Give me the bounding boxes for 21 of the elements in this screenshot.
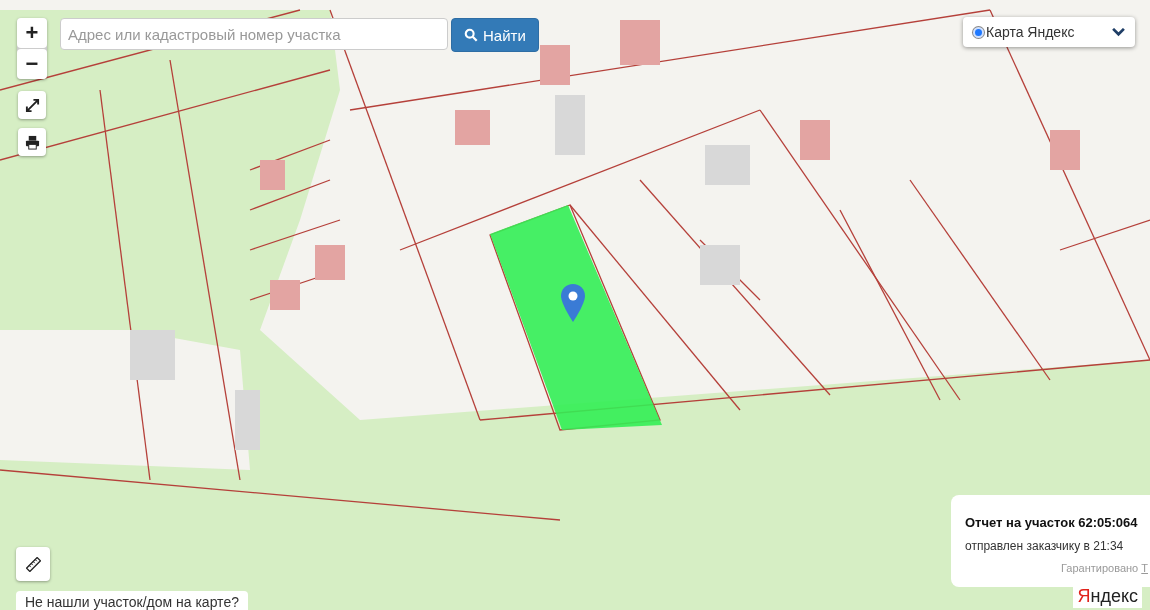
zoom-in-button[interactable]: + bbox=[17, 18, 47, 48]
map-logo: Яндекс bbox=[1073, 584, 1142, 608]
print-button[interactable] bbox=[18, 128, 46, 156]
help-button[interactable]: Не нашли участок/дом на карте? bbox=[16, 591, 248, 610]
printer-icon bbox=[24, 134, 40, 150]
highlighted-parcel[interactable] bbox=[490, 205, 662, 430]
zoom-out-button[interactable]: − bbox=[17, 49, 47, 79]
fullscreen-button[interactable] bbox=[18, 91, 46, 119]
expand-arrows-icon bbox=[24, 97, 40, 113]
search-field[interactable]: Адрес или кадастровый номер участка bbox=[60, 18, 448, 50]
ruler-icon bbox=[25, 556, 41, 572]
search-icon bbox=[464, 28, 478, 42]
search-button[interactable]: Найти bbox=[451, 18, 539, 52]
guarantee-text: Гарантировано bbox=[1061, 562, 1140, 574]
location-pin-icon bbox=[561, 284, 585, 322]
chevron-down-icon bbox=[1112, 27, 1125, 37]
notification-title: Отчет на участок 62:05:064 bbox=[965, 515, 1139, 530]
notification-text: отправлен заказчику в 21:34 bbox=[965, 539, 1125, 553]
map-type-dropdown[interactable]: Карта Яндекс bbox=[963, 17, 1135, 47]
ruler-button[interactable] bbox=[16, 547, 50, 581]
radio-button[interactable] bbox=[973, 26, 984, 38]
